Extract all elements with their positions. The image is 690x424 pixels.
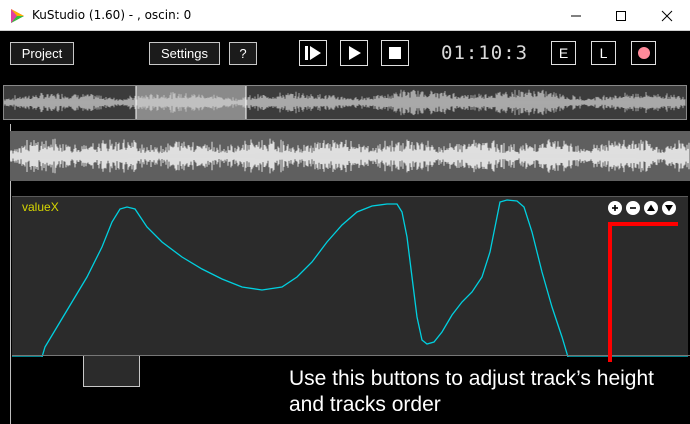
- record-button[interactable]: [631, 41, 656, 65]
- overview-waveform[interactable]: [3, 85, 687, 120]
- help-button[interactable]: ?: [229, 42, 257, 65]
- close-icon: [661, 10, 673, 21]
- detail-waveform[interactable]: [9, 131, 690, 181]
- minus-circle-icon: [630, 207, 636, 209]
- triangle-down-circle-icon: [665, 205, 673, 212]
- e-button[interactable]: E: [551, 41, 576, 65]
- track-zoom-in-button[interactable]: [608, 201, 622, 215]
- time-display: 01:10:3: [441, 42, 529, 64]
- step-play-button[interactable]: [299, 40, 327, 66]
- l-button[interactable]: L: [591, 41, 616, 65]
- window-title: KuStudio (1.60) - , oscin: 0: [32, 8, 192, 22]
- stop-icon: [389, 47, 401, 59]
- plus-circle-icon: [612, 205, 618, 211]
- overview-waveform-graphic: [4, 86, 686, 119]
- track-panel[interactable]: valueX: [12, 196, 688, 357]
- annotation-bracket-horizontal: [608, 222, 678, 226]
- track-curve: [12, 199, 688, 357]
- minimize-icon: [571, 15, 581, 16]
- toolbar: Project Track Settings ? 01:10:3 E L: [0, 31, 690, 387]
- play-icon: [349, 46, 361, 60]
- close-button[interactable]: [644, 0, 690, 31]
- maximize-icon: [616, 10, 626, 21]
- track-bottom-border: [12, 355, 690, 356]
- annotation-bracket-vertical: [608, 222, 612, 362]
- minimize-button[interactable]: [553, 0, 599, 31]
- stop-button[interactable]: [381, 40, 409, 66]
- play-button[interactable]: [340, 40, 368, 66]
- record-icon: [637, 47, 650, 59]
- step-play-icon: [305, 46, 321, 60]
- maximize-button[interactable]: [598, 0, 644, 31]
- detail-waveform-graphic: [9, 138, 690, 174]
- app-icon: [11, 9, 24, 23]
- track-name: valueX: [22, 200, 59, 214]
- track-curve-path: [12, 199, 688, 357]
- settings-button[interactable]: Settings: [149, 42, 220, 65]
- track-move-down-button[interactable]: [662, 201, 676, 215]
- annotation-text: Use this buttons to adjust track’s heigh…: [289, 367, 654, 416]
- title-bar: KuStudio (1.60) - , oscin: 0: [0, 0, 690, 31]
- project-button[interactable]: Project: [10, 42, 74, 65]
- overview-wave-path: [4, 89, 686, 116]
- detail-wave-path: [9, 138, 690, 174]
- triangle-up-circle-icon: [647, 204, 655, 211]
- track-zoom-out-button[interactable]: [626, 201, 640, 215]
- track-move-up-button[interactable]: [644, 201, 658, 215]
